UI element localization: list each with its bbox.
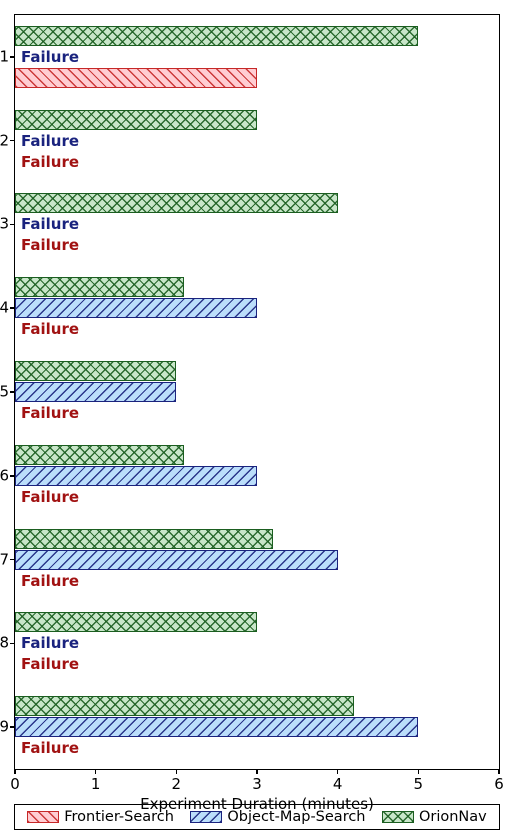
bar-orion [15, 529, 273, 549]
failure-label-object: Failure [21, 633, 79, 653]
legend-item-frontier: Frontier-Search [27, 809, 174, 825]
legend-item-orion: OrionNav [382, 809, 487, 825]
bar-object [15, 550, 338, 570]
x-tick-label: 0 [10, 769, 20, 793]
y-tick-label: Exp.9 [0, 720, 15, 735]
failure-label-frontier: Failure [21, 152, 79, 172]
y-tick-label: Exp.7 [0, 552, 15, 567]
failure-label-object: Failure [21, 47, 79, 67]
bar-orion [15, 445, 184, 465]
x-tick-label: 4 [333, 769, 343, 793]
x-tick-label: 3 [252, 769, 262, 793]
legend-swatch-object [190, 811, 222, 823]
failure-label-frontier: Failure [21, 654, 79, 674]
y-tick-label: Exp.8 [0, 636, 15, 651]
bar-orion [15, 110, 257, 130]
bar-object [15, 382, 176, 402]
bar-object [15, 717, 418, 737]
legend-swatch-orion [382, 811, 414, 823]
y-tick-label: Exp.4 [0, 301, 15, 316]
chart-container: Experiment Duration (minutes) Exp.1Exp.2… [0, 0, 524, 836]
x-tick-label: 5 [414, 769, 424, 793]
legend: Frontier-Search Object-Map-Search OrionN… [14, 804, 500, 830]
bar-orion [15, 696, 354, 716]
y-tick-label: Exp.6 [0, 468, 15, 483]
failure-label-frontier: Failure [21, 235, 79, 255]
legend-item-object: Object-Map-Search [190, 809, 365, 825]
y-tick-label: Exp.3 [0, 217, 15, 232]
bar-object [15, 298, 257, 318]
legend-swatch-frontier [27, 811, 59, 823]
y-tick-label: Exp.2 [0, 133, 15, 148]
bar-orion [15, 193, 338, 213]
failure-label-frontier: Failure [21, 487, 79, 507]
bar-frontier [15, 68, 257, 88]
bar-orion [15, 361, 176, 381]
failure-label-frontier: Failure [21, 403, 79, 423]
bar-orion [15, 277, 184, 297]
x-tick-label: 6 [494, 769, 504, 793]
bar-orion [15, 612, 257, 632]
failure-label-frontier: Failure [21, 738, 79, 758]
legend-label-frontier: Frontier-Search [64, 809, 174, 825]
legend-label-object: Object-Map-Search [227, 809, 365, 825]
y-tick-label: Exp.5 [0, 385, 15, 400]
x-tick-label: 2 [172, 769, 182, 793]
x-tick-label: 1 [91, 769, 101, 793]
failure-label-frontier: Failure [21, 319, 79, 339]
bar-object [15, 466, 257, 486]
failure-label-object: Failure [21, 131, 79, 151]
y-tick-label: Exp.1 [0, 49, 15, 64]
failure-label-object: Failure [21, 214, 79, 234]
plot-area: Experiment Duration (minutes) Exp.1Exp.2… [14, 14, 500, 770]
failure-label-frontier: Failure [21, 571, 79, 591]
legend-label-orion: OrionNav [419, 809, 487, 825]
bar-orion [15, 26, 418, 46]
